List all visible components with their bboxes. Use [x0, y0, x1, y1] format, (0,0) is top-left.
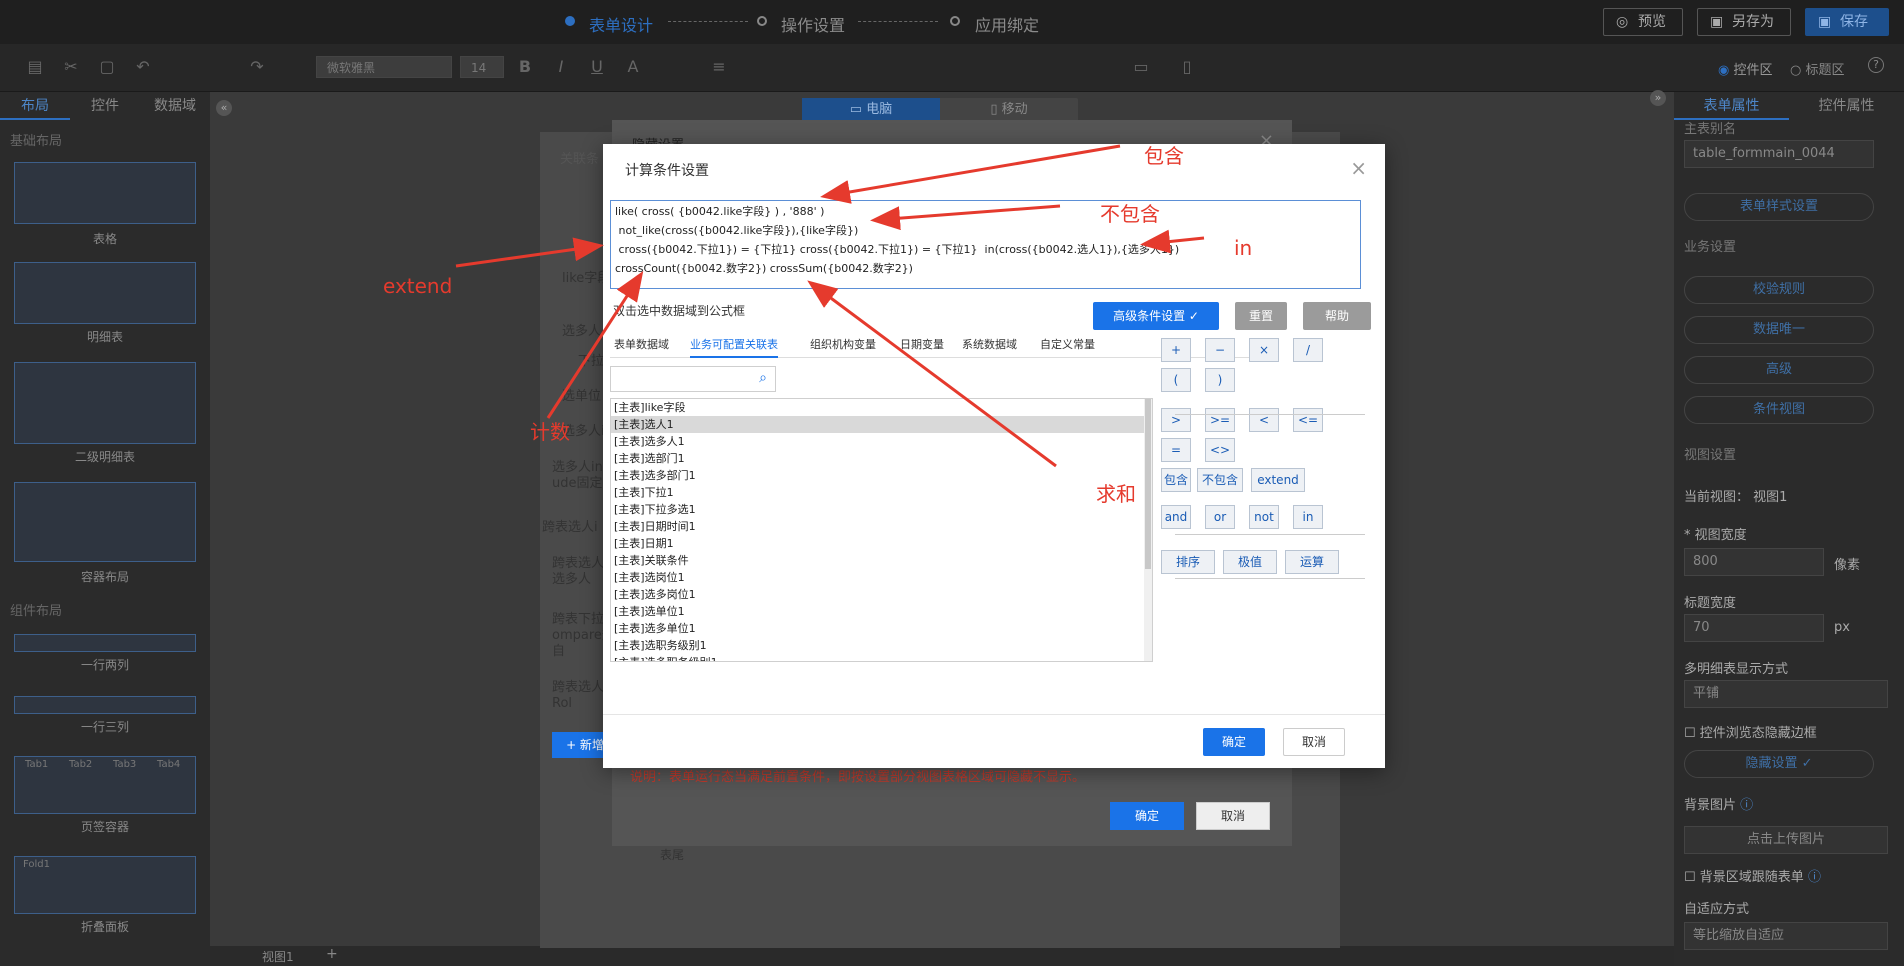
- annotation-sum: 求和: [1096, 482, 1136, 506]
- annotation-extend: extend: [383, 274, 453, 298]
- arrow-not-include: [870, 204, 1061, 231]
- annotation-in: in: [1234, 236, 1253, 260]
- arrow-include: [820, 144, 1121, 204]
- arrow-sum: [807, 280, 1057, 468]
- annotation-arrows: [455, 144, 1205, 468]
- arrow-extend: [455, 237, 604, 268]
- annotation-count: 计数: [530, 420, 570, 444]
- annotation-not-include: 不包含: [1100, 202, 1160, 226]
- arrow-count: [546, 270, 644, 419]
- arrow-in: [1140, 229, 1205, 254]
- annotation-include: 包含: [1144, 144, 1184, 168]
